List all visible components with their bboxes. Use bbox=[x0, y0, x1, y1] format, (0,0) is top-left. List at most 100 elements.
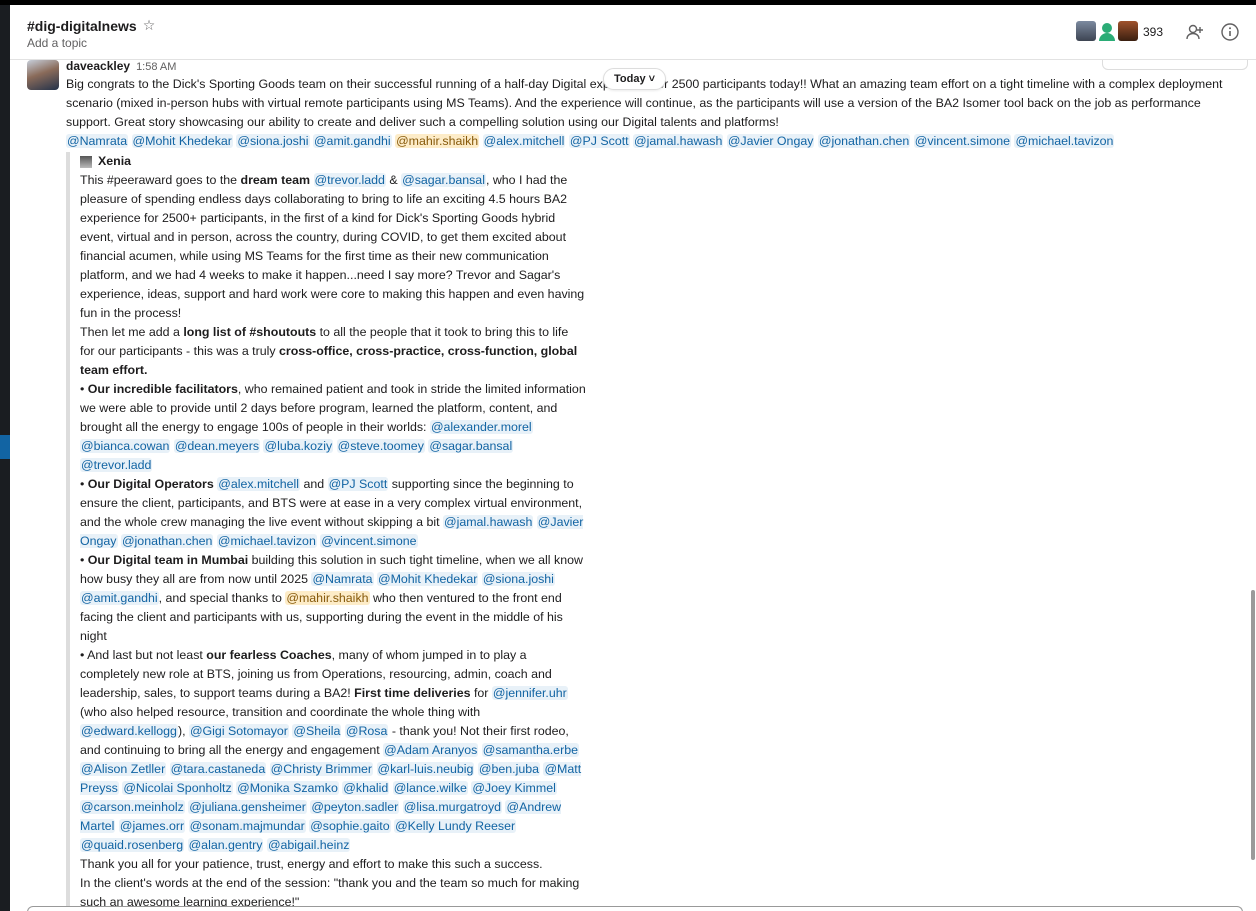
user-mention[interactable]: @alexander.morel bbox=[429, 420, 533, 434]
user-mention[interactable]: @Monika Szamko bbox=[236, 781, 339, 795]
text: , and special thanks to bbox=[158, 591, 286, 605]
channel-name[interactable]: #dig-digitalnews bbox=[27, 18, 137, 34]
date-divider-button[interactable]: Today ˅ bbox=[603, 68, 667, 90]
user-mention[interactable]: @Javier Ongay bbox=[726, 134, 815, 148]
user-mention[interactable]: @james.orr bbox=[118, 819, 186, 833]
user-mention[interactable]: @amit.gandhi bbox=[80, 591, 159, 605]
user-mention[interactable]: @sonam.majmundar bbox=[188, 819, 306, 833]
user-mention[interactable]: @Namrata bbox=[66, 134, 129, 148]
text: Our incredible facilitators bbox=[87, 382, 238, 396]
user-mention[interactable]: @Gigi Sotomayor bbox=[188, 724, 289, 738]
avatar bbox=[1097, 21, 1117, 41]
user-mention[interactable]: @jamal.hawash bbox=[633, 134, 724, 148]
message-composer[interactable] bbox=[27, 906, 1243, 911]
user-mention[interactable]: @trevor.ladd bbox=[80, 458, 153, 472]
user-mention[interactable]: @lance.wilke bbox=[392, 781, 468, 795]
user-mention[interactable]: @michael.tavizon bbox=[216, 534, 317, 548]
user-mention[interactable]: @Kelly Lundy Reeser bbox=[394, 819, 517, 833]
user-mention[interactable]: @Nicolai Sponholtz bbox=[122, 781, 233, 795]
mention-list: @Adam Aranyos @samantha.erbe @Alison Zet… bbox=[80, 743, 582, 852]
self-mention[interactable]: @mahir.shaikh bbox=[395, 134, 480, 148]
user-mention[interactable]: @jennifer.uhr bbox=[491, 686, 568, 700]
mention-list: @Gigi Sotomayor @Sheila @Rosa bbox=[188, 724, 389, 738]
channel-title[interactable]: #dig-digitalnews ☆ bbox=[27, 17, 155, 34]
user-mention[interactable]: @Rosa bbox=[344, 724, 389, 738]
text: for bbox=[470, 686, 489, 700]
text: dream team bbox=[240, 173, 311, 187]
user-mention[interactable]: @edward.kellogg bbox=[80, 724, 178, 738]
user-mention[interactable]: @Alison Zetller bbox=[80, 762, 167, 776]
user-mention[interactable]: @sophie.gaito bbox=[309, 819, 391, 833]
user-mention[interactable]: @vincent.simone bbox=[913, 134, 1012, 148]
user-mention[interactable]: @Sheila bbox=[292, 724, 342, 738]
user-mention[interactable]: @alex.mitchell bbox=[217, 477, 300, 491]
workspace-sidebar-edge bbox=[0, 5, 10, 911]
user-mention[interactable]: @Adam Aranyos bbox=[383, 743, 479, 757]
user-mention[interactable]: @Christy Brimmer bbox=[269, 762, 374, 776]
bullet-item: • Our Digital team in Mumbai building th… bbox=[80, 553, 583, 643]
user-mention[interactable]: @Joey Kimmel bbox=[471, 781, 557, 795]
avatar[interactable] bbox=[27, 60, 59, 90]
user-mention[interactable]: @quaid.rosenberg bbox=[80, 838, 185, 852]
user-mention[interactable]: @samantha.erbe bbox=[481, 743, 579, 757]
user-mention[interactable]: @alan.gentry bbox=[187, 838, 264, 852]
user-mention[interactable]: @vincent.simone bbox=[320, 534, 418, 548]
user-mention[interactable]: @Mohit Khedekar bbox=[376, 572, 479, 586]
user-mention[interactable]: @Namrata bbox=[311, 572, 374, 586]
text: Then let me add a bbox=[80, 325, 184, 339]
text: This #peeraward goes to the bbox=[80, 173, 241, 187]
message-actions-edge bbox=[1102, 60, 1248, 70]
user-mention[interactable]: @siona.joshi bbox=[481, 572, 555, 586]
user-mention[interactable]: @juliana.gensheimer bbox=[188, 800, 307, 814]
user-mention[interactable]: @siona.joshi bbox=[236, 134, 310, 148]
user-mention[interactable]: @Mohit Khedekar bbox=[131, 134, 233, 148]
user-mention[interactable]: @peyton.sadler bbox=[310, 800, 400, 814]
user-mention[interactable]: @karl-luis.neubig bbox=[376, 762, 475, 776]
add-topic-link[interactable]: Add a topic bbox=[27, 36, 87, 50]
user-mention[interactable]: @bianca.cowan bbox=[80, 439, 171, 453]
user-mention[interactable]: @alex.mitchell bbox=[482, 134, 566, 148]
info-icon[interactable] bbox=[1220, 22, 1240, 42]
user-mention[interactable]: @sagar.bansal bbox=[401, 173, 486, 187]
text: And last but not least bbox=[87, 648, 207, 662]
user-mention[interactable]: @khalid bbox=[342, 781, 390, 795]
text: our fearless Coaches bbox=[206, 648, 332, 662]
user-mention[interactable]: @steve.toomey bbox=[336, 439, 425, 453]
user-mention[interactable]: @carson.meinholz bbox=[80, 800, 185, 814]
self-mention[interactable]: @mahir.shaikh bbox=[285, 591, 370, 605]
user-mention[interactable]: @abigail.heinz bbox=[266, 838, 351, 852]
user-mention[interactable]: @jamal.hawash bbox=[443, 515, 534, 529]
member-avatars[interactable] bbox=[1076, 21, 1138, 41]
member-count[interactable]: 393 bbox=[1143, 25, 1163, 39]
bullet-item: • Our Digital Operators @alex.mitchell a… bbox=[80, 477, 584, 548]
user-mention[interactable]: @trevor.ladd bbox=[313, 173, 386, 187]
avatar bbox=[1076, 21, 1096, 41]
channel-header: #dig-digitalnews ☆ Add a topic 393 bbox=[10, 5, 1256, 60]
shared-author[interactable]: Xenia bbox=[80, 152, 586, 171]
shared-author-name[interactable]: Xenia bbox=[98, 152, 131, 171]
text: Our Digital team in Mumbai bbox=[87, 553, 249, 567]
author-name[interactable]: daveackley bbox=[66, 59, 130, 73]
user-mention[interactable]: @jonathan.chen bbox=[817, 134, 911, 148]
user-mention[interactable]: @luba.koziy bbox=[263, 439, 334, 453]
timestamp[interactable]: 1:58 AM bbox=[136, 61, 176, 73]
star-icon[interactable]: ☆ bbox=[143, 17, 156, 34]
user-mention[interactable]: @tara.castaneda bbox=[169, 762, 267, 776]
text: First time deliveries bbox=[354, 686, 471, 700]
text: and bbox=[300, 477, 328, 491]
user-mention[interactable]: @dean.meyers bbox=[173, 439, 261, 453]
scrollbar-thumb[interactable] bbox=[1251, 590, 1255, 860]
user-mention[interactable]: @PJ Scott bbox=[327, 477, 389, 491]
user-mention[interactable]: @michael.tavizon bbox=[1014, 134, 1115, 148]
add-person-icon[interactable] bbox=[1185, 22, 1205, 42]
user-mention[interactable]: @ben.juba bbox=[477, 762, 541, 776]
user-mention[interactable]: @sagar.bansal bbox=[428, 439, 514, 453]
user-mention[interactable]: @lisa.murgatroyd bbox=[402, 800, 503, 814]
user-mention[interactable]: @amit.gandhi bbox=[312, 134, 392, 148]
user-mention[interactable]: @PJ Scott bbox=[568, 134, 630, 148]
avatar bbox=[80, 155, 92, 168]
paragraph: Thank you all for your patience, trust, … bbox=[80, 857, 543, 871]
user-mention[interactable]: @jonathan.chen bbox=[120, 534, 214, 548]
bullet-item: • Our incredible facilitators, who remai… bbox=[80, 382, 586, 472]
mention-list: @Namrata @Mohit Khedekar @siona.joshi @a… bbox=[66, 132, 1246, 151]
